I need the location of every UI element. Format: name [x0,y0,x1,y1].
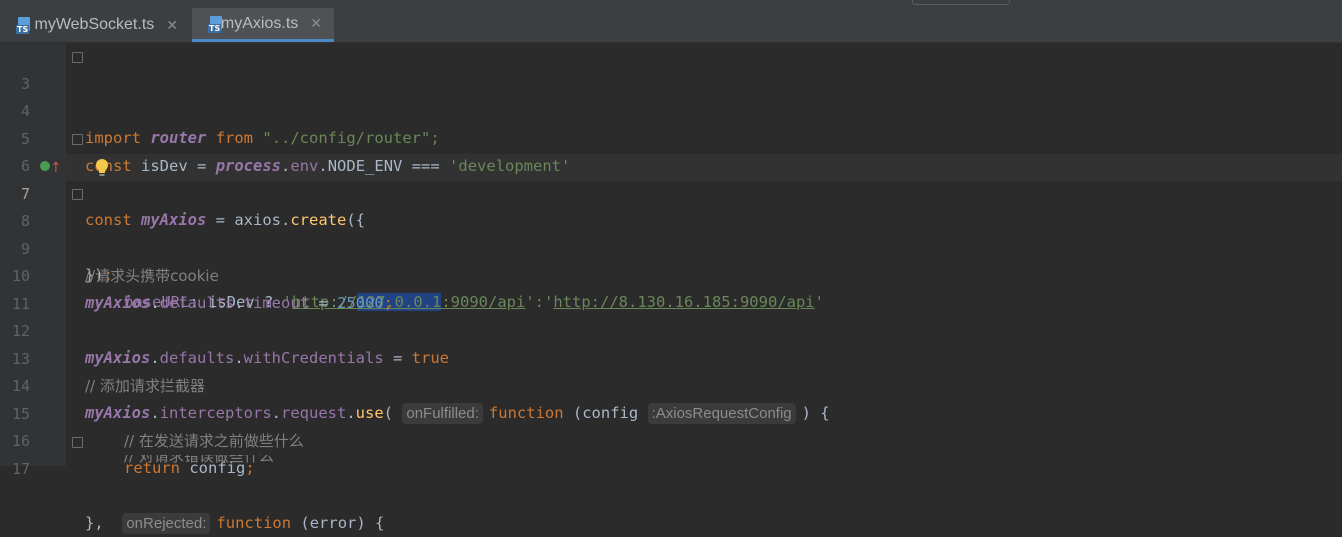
arrow-up-icon[interactable]: ↑ [50,155,62,182]
code-line[interactable]: 13 // 添加请求拦截器 [0,319,1342,395]
code-line[interactable]: 10 myAxios.defaults.timeout = 25000; [0,236,1342,312]
tab-myaxios[interactable]: TS myAxios.ts ✕ [192,8,334,42]
fold-marker-icon[interactable] [72,52,83,63]
code-line[interactable]: 16 return config; [0,401,1342,477]
fold-marker-icon[interactable] [72,437,83,448]
fold-marker-icon[interactable] [72,189,83,200]
toolbar-edge [912,0,1010,5]
tab-mywebsocket[interactable]: TS myWebSocket.ts ✕ [0,8,190,42]
close-icon[interactable]: ✕ [310,15,322,32]
typescript-file-icon: TS [208,15,222,33]
code-line[interactable]: 5 const isDev = process.env.NODE_ENV ===… [0,99,1342,175]
implemented-marker-icon[interactable] [40,161,50,171]
code-line[interactable]: 8 }); [0,181,1342,284]
code-line[interactable]: 9 //请求头携带cookie [0,209,1342,285]
code-line[interactable]: 14 myAxios.interceptors.request.use( onF… [0,346,1342,424]
code-line[interactable]: 12 myAxios.defaults.withCredentials = tr… [0,291,1342,367]
token: function [216,514,292,532]
code-line[interactable]: 3 import router from "../config/router"; [0,44,1342,147]
token: (error) { [291,514,385,532]
code-line[interactable]: 17 }, onRejected: function (error) { [0,429,1342,534]
code-line-current[interactable]: 7 ↑ baseURL: isDev ? 'http://127.0.0.1:9… [0,154,1342,311]
lightbulb-icon[interactable] [95,158,109,178]
typescript-file-icon: TS [16,17,30,34]
fold-marker-icon[interactable] [72,134,83,145]
comment: // 对请求错误做些什么 [124,455,274,465]
parameter-hint: onRejected: [122,513,211,534]
code-line[interactable]: 15 // 在发送请求之前做些什么 [0,374,1342,450]
code-line-partial[interactable]: // 对请求错误做些什么 [0,455,1342,466]
tab-label: myAxios.ts [220,14,299,32]
tab-label: myWebSocket.ts [34,16,155,33]
code-line[interactable]: 4 [0,71,1342,120]
code-line[interactable]: 6 const myAxios = axios.create({ [0,126,1342,229]
code-line[interactable]: 11 [0,264,1342,313]
close-icon[interactable]: ✕ [166,17,178,34]
token: }, [85,514,104,532]
editor-tab-bar: TS myWebSocket.ts ✕ TS myAxios.ts ✕ [0,0,1342,43]
